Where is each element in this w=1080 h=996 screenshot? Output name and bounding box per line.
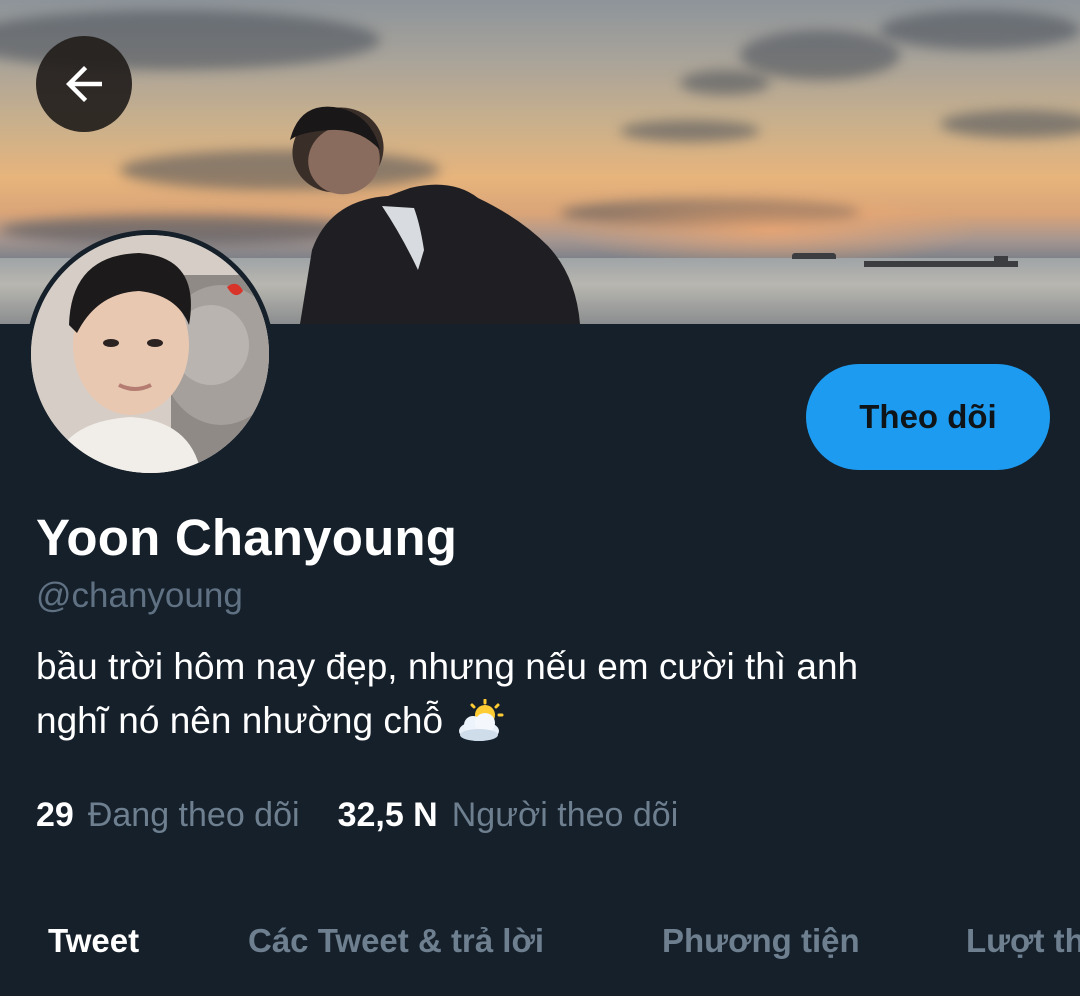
following-stat[interactable]: 29 Đang theo dõi <box>36 796 300 835</box>
avatar[interactable] <box>31 235 269 473</box>
bio-line-1: bầu trời hôm nay đẹp, nhưng nếu em cười … <box>36 646 859 687</box>
tab-media[interactable]: Phương tiện <box>662 922 860 960</box>
profile-tabs: Tweet Các Tweet & trả lời Phương tiện Lư… <box>0 900 1080 996</box>
sun-behind-cloud-icon <box>459 699 504 741</box>
bio-line-2: nghĩ nó nên nhường chỗ <box>36 694 1036 748</box>
profile-bio: bầu trời hôm nay đẹp, nhưng nếu em cười … <box>36 640 1036 748</box>
following-label: Đang theo dõi <box>87 796 300 834</box>
back-button[interactable] <box>36 36 132 132</box>
follow-button[interactable]: Theo dõi <box>806 364 1050 470</box>
tab-tweets-and-replies[interactable]: Các Tweet & trả lời <box>248 922 544 960</box>
display-name: Yoon Chanyoung <box>36 509 458 566</box>
profile-photo <box>31 235 269 473</box>
follow-stats: 29 Đang theo dõi 32,5 N Người theo dõi <box>36 796 678 835</box>
tab-tweets[interactable]: Tweet <box>48 922 139 960</box>
username-handle: @chanyoung <box>36 576 243 615</box>
arrow-left-icon <box>66 66 102 102</box>
followers-stat[interactable]: 32,5 N Người theo dõi <box>338 796 679 835</box>
followers-count: 32,5 N <box>337 796 438 834</box>
tab-likes[interactable]: Lượt thích <box>966 922 1080 960</box>
followers-label: Người theo dõi <box>451 796 679 834</box>
following-count: 29 <box>36 796 74 834</box>
bio-line-2-text: nghĩ nó nên nhường chỗ <box>36 700 444 741</box>
